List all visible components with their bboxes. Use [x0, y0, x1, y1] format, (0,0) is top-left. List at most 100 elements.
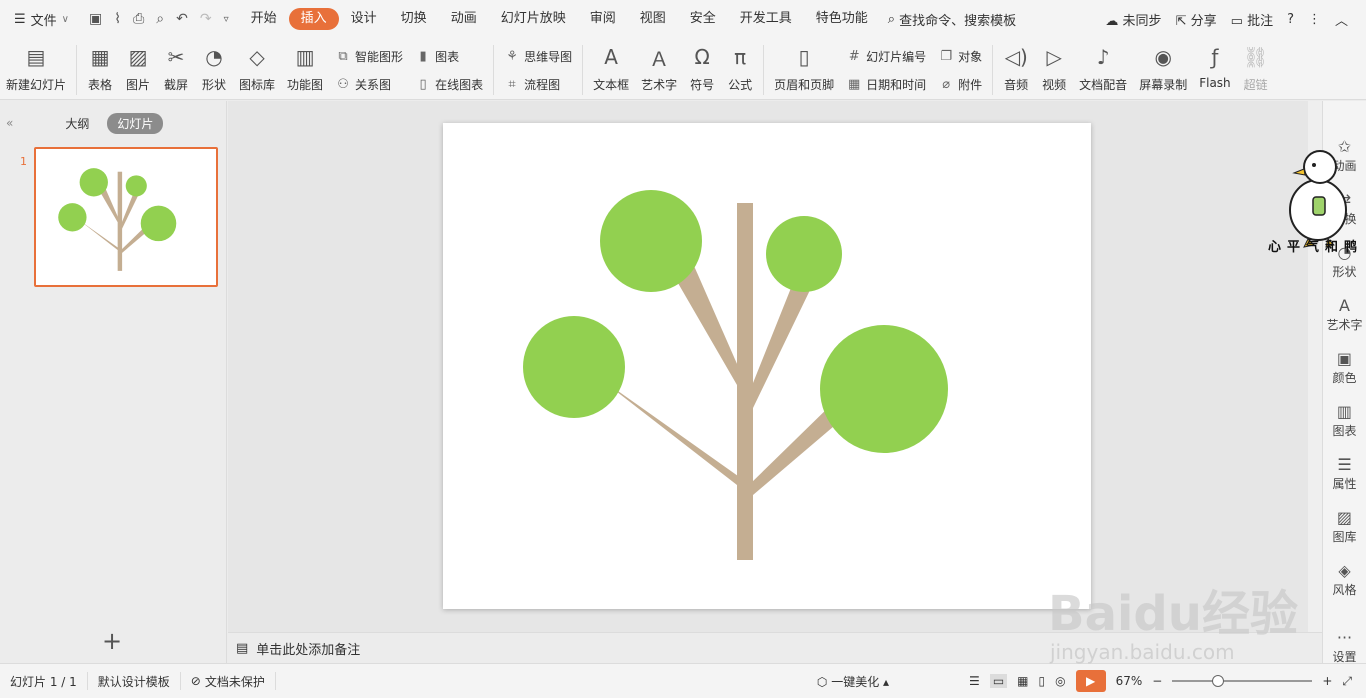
smart-shape-button[interactable]: ⧉ 智能图形	[335, 44, 403, 68]
table-button[interactable]: ▦ 表格	[81, 42, 119, 98]
icon-library-button[interactable]: ◇ 图标库	[233, 42, 281, 98]
tree-branch[interactable]	[749, 278, 811, 408]
collapse-panel-icon[interactable]: «	[6, 116, 13, 130]
help-icon[interactable]: ?	[1287, 12, 1294, 27]
tab-developer[interactable]: 开发工具	[728, 8, 804, 30]
screen-record-button[interactable]: ◉ 屏幕录制	[1133, 42, 1193, 98]
tree-leaf-circle[interactable]	[600, 190, 702, 292]
textbox-button[interactable]: A 文本框	[587, 42, 635, 98]
sidebar-item-color[interactable]: ▣ 颜色	[1332, 349, 1356, 386]
picture-button[interactable]: ▨ 图片	[119, 42, 157, 98]
sidebar-item-properties[interactable]: ☰ 属性	[1332, 455, 1356, 492]
slide-thumbnail[interactable]	[34, 147, 218, 287]
zoom-slider-thumb[interactable]	[1212, 675, 1225, 687]
shield-icon: ⊘	[190, 674, 201, 688]
sync-button[interactable]: ☁ 未同步	[1105, 10, 1161, 29]
tab-features[interactable]: 特色功能	[804, 8, 880, 30]
wordart-button[interactable]: Ａ 艺术字	[635, 42, 683, 98]
tab-security[interactable]: 安全	[678, 8, 728, 30]
tab-review[interactable]: 审阅	[578, 8, 628, 30]
save-icon[interactable]: ▣	[89, 11, 102, 27]
tree-branch[interactable]	[603, 381, 745, 485]
fit-window-icon[interactable]: ⤢	[1342, 674, 1352, 689]
slides-panel-header: « 大纲 幻灯片	[0, 101, 226, 145]
customize-icon[interactable]: ▿	[224, 14, 229, 25]
shape-button[interactable]: ◔ 形状	[195, 42, 233, 98]
design-template[interactable]: 默认设计模板	[88, 672, 181, 690]
more-icon[interactable]: ⋮	[1308, 12, 1321, 27]
tree-leaf-circle[interactable]	[766, 216, 842, 292]
tab-design[interactable]: 设计	[339, 8, 389, 30]
new-slide-button[interactable]: ▤ 新建幻灯片	[0, 42, 72, 98]
sidebar-item-style[interactable]: ◈ 风格	[1332, 561, 1356, 598]
flash-button[interactable]: ƒ Flash	[1193, 42, 1236, 98]
relation-icon: ⚇	[337, 76, 349, 92]
tab-outline[interactable]: 大纲	[55, 113, 99, 134]
object-button[interactable]: ❐ 对象	[938, 44, 982, 68]
doc-dub-button[interactable]: ♪ 文档配音	[1073, 42, 1133, 98]
slide-canvas[interactable]	[443, 123, 1091, 609]
online-chart-button[interactable]: ▯ 在线图表	[415, 72, 483, 96]
slide-thumb-number: 1	[20, 155, 27, 168]
sidebar-item-wordart[interactable]: A 艺术字	[1326, 296, 1362, 333]
header-footer-button[interactable]: ▯ 页眉和页脚	[768, 42, 840, 98]
reading-view-icon[interactable]: ▯	[1039, 674, 1046, 688]
attachment-button[interactable]: ⌀ 附件	[938, 72, 982, 96]
sidebar-item-gallery[interactable]: ▨ 图库	[1332, 508, 1356, 545]
function-chart-button[interactable]: ▥ 功能图	[281, 42, 329, 98]
mindmap-icon: ⚘	[506, 48, 518, 64]
share-button[interactable]: ⇱ 分享	[1176, 10, 1217, 29]
audio-button[interactable]: ◁) 音频	[997, 42, 1035, 98]
slide-sorter-icon[interactable]: ▦	[1017, 674, 1028, 688]
play-icon: ▶	[1085, 674, 1096, 688]
tree-leaf-circle[interactable]	[820, 325, 948, 453]
print-icon[interactable]: ⎙	[133, 11, 144, 27]
zoom-level[interactable]: 67%	[1116, 674, 1143, 688]
presenter-view-icon[interactable]: ◎	[1055, 674, 1065, 688]
video-button[interactable]: ▷ 视频	[1035, 42, 1073, 98]
redo-icon[interactable]: ↷	[200, 11, 212, 27]
screenshot-button[interactable]: ✂ 截屏	[157, 42, 195, 98]
tab-view[interactable]: 视图	[628, 8, 678, 30]
sidebar-item-chart[interactable]: ▥ 图表	[1332, 402, 1356, 439]
tree-trunk[interactable]	[737, 203, 753, 560]
tab-home[interactable]: 开始	[239, 8, 289, 30]
tab-slideshow[interactable]: 幻灯片放映	[489, 8, 578, 30]
relation-chart-button[interactable]: ⚇ 关系图	[335, 72, 403, 96]
tab-slides[interactable]: 幻灯片	[107, 112, 164, 134]
tree-leaf-circle[interactable]	[523, 316, 625, 418]
zoom-out-icon[interactable]: −	[1152, 674, 1162, 688]
wps-presentation-window: ☰ 文件 ∨ ▣ ⌇ ⎙ ⌕ ↶ ↷ ▿ 开始 插入 设计 切换 动画 幻灯片放…	[0, 0, 1366, 698]
format-painter-icon[interactable]: ⌇	[114, 11, 121, 27]
play-slideshow-button[interactable]: ▶	[1075, 670, 1106, 692]
object-icon: ❐	[940, 48, 952, 64]
mindmap-button[interactable]: ⚘ 思维导图	[504, 44, 572, 68]
tab-animation[interactable]: 动画	[439, 8, 489, 30]
datetime-button[interactable]: ▦ 日期和时间	[846, 72, 926, 96]
sliders-icon: ☰	[1337, 455, 1352, 474]
sidebar-item-settings[interactable]: ··· 设置	[1332, 628, 1356, 665]
symbol-button[interactable]: Ω 符号	[683, 42, 721, 98]
collapse-ribbon-icon[interactable]: ︿	[1335, 10, 1348, 29]
comment-button[interactable]: ▭ 批注	[1231, 10, 1273, 29]
flowchart-button[interactable]: ⌗ 流程图	[504, 72, 572, 96]
beautify-button[interactable]: ⬡ 一键美化 ▴	[817, 673, 889, 690]
formula-button[interactable]: π 公式	[721, 42, 759, 98]
zoom-in-icon[interactable]: +	[1322, 674, 1332, 688]
slide-number-icon: #	[848, 48, 860, 64]
slide-number-button[interactable]: # 幻灯片编号	[846, 44, 926, 68]
undo-icon[interactable]: ↶	[176, 11, 188, 27]
tab-insert[interactable]: 插入	[288, 8, 339, 30]
notes-toggle-icon[interactable]: ☰	[969, 674, 980, 688]
print-preview-icon[interactable]: ⌕	[156, 11, 164, 27]
function-chart-icon: ▥	[295, 45, 315, 69]
tab-transition[interactable]: 切换	[389, 8, 439, 30]
zoom-slider[interactable]	[1172, 675, 1313, 687]
chart-button[interactable]: ▮ 图表	[415, 44, 483, 68]
document-protection[interactable]: ⊘ 文档未保护	[181, 672, 276, 690]
add-slide-icon[interactable]: +	[102, 627, 122, 655]
normal-view-icon[interactable]: ▭	[989, 674, 1008, 688]
command-search[interactable]: ⌕ 查找命令、搜索模板	[888, 10, 1016, 29]
file-menu[interactable]: ☰ 文件 ∨	[0, 0, 79, 38]
hyperlink-button[interactable]: ⛓ 超链	[1237, 42, 1275, 98]
